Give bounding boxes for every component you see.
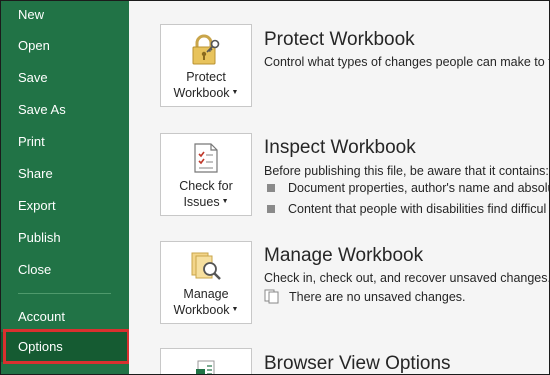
nav-item-options[interactable]: Options xyxy=(1,332,129,362)
nav-item-export[interactable]: Export xyxy=(1,191,129,221)
nav-item-new[interactable]: New xyxy=(1,1,129,30)
nav-item-save-as[interactable]: Save As xyxy=(1,95,129,125)
protect-button-label-line1: Protect xyxy=(186,70,226,84)
manage-status-text: There are no unsaved changes. xyxy=(289,290,466,304)
nav-item-close[interactable]: Close xyxy=(1,255,129,285)
document-magnifier-icon xyxy=(189,249,223,283)
nav-item-share[interactable]: Share xyxy=(1,159,129,189)
manage-workbook-button[interactable]: Manage Workbook ▼ xyxy=(160,241,252,324)
inspect-button-label-line1: Check for xyxy=(179,179,233,193)
bullet-square-icon xyxy=(267,183,275,192)
inspect-workbook-title: Inspect Workbook xyxy=(264,137,416,158)
browser-view-options-title: Browser View Options xyxy=(264,353,451,374)
inspect-bullet-item: Content that people with disabilities fi… xyxy=(267,202,546,216)
nav-item-print[interactable]: Print xyxy=(1,127,129,157)
inspect-bullet-item: Document properties, author's name and a… xyxy=(267,181,549,195)
manage-button-label-line2: Workbook ▼ xyxy=(173,303,239,317)
inspect-workbook-description: Before publishing this file, be aware th… xyxy=(264,164,549,178)
backstage-sidebar: New Open Save Save As Print Share Export… xyxy=(1,1,130,374)
manage-workbook-description: Check in, check out, and recover unsaved… xyxy=(264,271,549,285)
nav-divider xyxy=(18,293,111,294)
manage-workbook-title: Manage Workbook xyxy=(264,245,424,266)
browser-view-options-button[interactable] xyxy=(160,348,252,374)
nav-item-save[interactable]: Save xyxy=(1,63,129,93)
backstage-window: New Open Save Save As Print Share Export… xyxy=(1,1,549,374)
protect-workbook-title: Protect Workbook xyxy=(264,29,415,50)
protect-button-label-line2: Workbook ▼ xyxy=(173,86,239,100)
excel-document-icon xyxy=(195,359,217,374)
check-for-issues-button[interactable]: Check for Issues ▼ xyxy=(160,133,252,216)
manage-button-label-line1: Manage xyxy=(183,287,229,301)
protect-workbook-button[interactable]: Protect Workbook ▼ xyxy=(160,24,252,107)
nav-item-open[interactable]: Open xyxy=(1,31,129,61)
protect-workbook-description: Control what types of changes people can… xyxy=(264,55,549,69)
padlock-key-icon xyxy=(189,32,223,66)
manage-status-row: There are no unsaved changes. xyxy=(264,289,466,305)
nav-item-publish[interactable]: Publish xyxy=(1,223,129,253)
bullet-square-icon xyxy=(267,204,275,213)
checklist-icon xyxy=(189,141,223,175)
inspect-button-label-line2: Issues ▼ xyxy=(183,195,229,209)
documents-icon xyxy=(264,289,280,304)
info-panel: Protect Workbook ▼ Protect Workbook Contr… xyxy=(129,1,549,374)
nav-item-account[interactable]: Account xyxy=(1,302,129,332)
